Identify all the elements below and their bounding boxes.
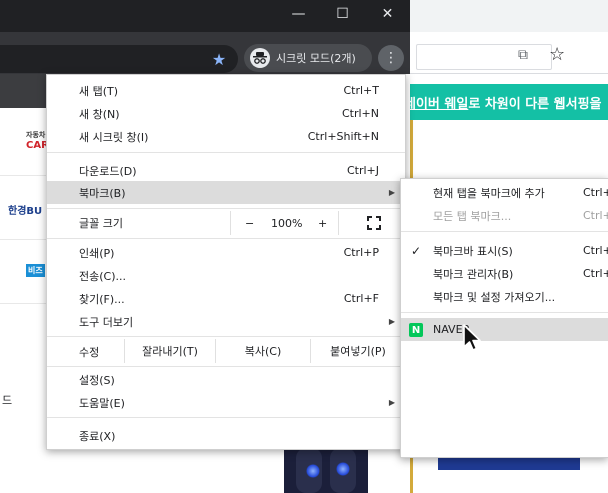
chrome-main-menu: 새 탭(T) Ctrl+T 새 창(N) Ctrl+N 새 시크릿 창(I) Ctrl… bbox=[46, 74, 406, 450]
submenu-arrow-icon: ▶ bbox=[388, 317, 395, 326]
menu-item-shortcut: Ctrl+Shift+N bbox=[307, 130, 379, 143]
minimize-icon: — bbox=[291, 6, 306, 22]
menu-divider bbox=[401, 312, 608, 313]
copy-label: 복사(C) bbox=[244, 345, 282, 358]
submenu-item-bookmark-tab[interactable]: 현재 탭을 북마크에 추가 Ctrl+D bbox=[401, 181, 608, 204]
menu-item-label: 종료(X) bbox=[79, 429, 116, 443]
cut-button[interactable]: 잘라내기(T) bbox=[124, 339, 215, 363]
incognito-icon bbox=[250, 48, 270, 68]
brand-label: 자동차 bbox=[26, 131, 46, 139]
submenu-item-label: 북마크 관리자(B) bbox=[433, 267, 514, 281]
side-text: 드 bbox=[2, 394, 13, 407]
menu-item-help[interactable]: 도움말(E) ▶ bbox=[47, 391, 405, 414]
background-window-titlebar bbox=[410, 0, 608, 32]
zoom-row: 글꼴 크기 − 100% + bbox=[47, 211, 405, 235]
menu-item-print[interactable]: 인쇄(P) Ctrl+P bbox=[47, 241, 405, 264]
zoom-out-button[interactable]: − bbox=[245, 217, 254, 230]
mouse-cursor-icon bbox=[463, 324, 481, 351]
menu-item-new-tab[interactable]: 새 탭(T) Ctrl+T bbox=[47, 79, 405, 102]
menu-divider bbox=[47, 366, 405, 367]
paste-label: 붙여넣기(P) bbox=[330, 345, 386, 358]
edit-label: 수정 bbox=[79, 346, 100, 359]
maximize-icon: ☐ bbox=[336, 6, 349, 22]
submenu-item-shortcut: Ctrl+Shift+B bbox=[583, 244, 608, 257]
menu-item-find[interactable]: 찾기(F)... Ctrl+F bbox=[47, 287, 405, 310]
menu-divider bbox=[47, 238, 405, 239]
close-icon: ✕ bbox=[381, 6, 394, 22]
submenu-arrow-icon: ▶ bbox=[388, 398, 395, 407]
menu-item-new-incognito[interactable]: 새 시크릿 창(I) Ctrl+Shift+N bbox=[47, 125, 405, 148]
zoom-label: 글꼴 크기 bbox=[79, 217, 123, 230]
incognito-profile-chip[interactable]: 시크릿 모드(2개) bbox=[244, 44, 372, 72]
more-menu-button[interactable]: ⋮ bbox=[378, 45, 404, 71]
zoom-in-button[interactable]: + bbox=[318, 217, 327, 230]
menu-item-downloads[interactable]: 다운로드(D) Ctrl+J bbox=[47, 159, 405, 182]
submenu-item-shortcut: Ctrl+Shift+O bbox=[583, 267, 608, 280]
menu-item-cast[interactable]: 전송(C)... bbox=[47, 264, 405, 287]
incognito-titlebar: — ☐ ✕ bbox=[0, 0, 410, 32]
banner-text: 로 차원이 다른 웹서핑을 bbox=[468, 96, 602, 112]
menu-item-label: 북마크(B) bbox=[79, 186, 126, 200]
submenu-item-bookmark-manager[interactable]: 북마크 관리자(B) Ctrl+Shift+O bbox=[401, 262, 608, 285]
edit-row: 수정 잘라내기(T) 복사(C) 붙여넣기(P) bbox=[47, 339, 405, 363]
more-vert-icon: ⋮ bbox=[384, 50, 398, 66]
paste-button[interactable]: 붙여넣기(P) bbox=[310, 339, 405, 363]
banner-link[interactable]: 네이버 웨일 bbox=[404, 93, 468, 112]
menu-item-more-tools[interactable]: 도구 더보기 ▶ bbox=[47, 310, 405, 333]
menu-item-shortcut: Ctrl+P bbox=[343, 246, 379, 259]
submenu-item-label: 북마크바 표시(S) bbox=[433, 244, 513, 258]
list-item[interactable]: 한경BU bbox=[0, 176, 48, 240]
menu-item-bookmarks[interactable]: 북마크(B) ▶ bbox=[47, 181, 405, 204]
submenu-item-bookmark-all[interactable]: 모든 탭 북마크... Ctrl+Shift+D bbox=[401, 204, 608, 227]
submenu-item-show-bookmark-bar[interactable]: ✓ 북마크바 표시(S) Ctrl+Shift+B bbox=[401, 239, 608, 262]
menu-item-exit[interactable]: 종료(X) bbox=[47, 424, 405, 447]
fullscreen-icon[interactable] bbox=[367, 216, 381, 230]
menu-divider bbox=[47, 152, 405, 153]
submenu-item-shortcut: Ctrl+Shift+D bbox=[583, 209, 608, 222]
submenu-item-import[interactable]: 북마크 및 설정 가져오기... bbox=[401, 285, 608, 308]
submenu-item-label: 북마크 및 설정 가져오기... bbox=[433, 290, 556, 304]
brand-label: 한경BU bbox=[8, 206, 43, 217]
menu-item-settings[interactable]: 설정(S) bbox=[47, 368, 405, 391]
tab-search-icon[interactable]: ⧉ bbox=[518, 47, 528, 63]
bookmark-star-icon[interactable]: ☆ bbox=[549, 44, 565, 65]
cut-label: 잘라내기(T) bbox=[142, 345, 198, 358]
menu-item-label: 도움말(E) bbox=[79, 396, 125, 410]
naver-favicon-icon: N bbox=[409, 323, 423, 337]
submenu-item-naver[interactable]: N NAVER bbox=[401, 318, 608, 341]
zoom-controls: − 100% + bbox=[230, 211, 339, 235]
bookmarks-submenu: 현재 탭을 북마크에 추가 Ctrl+D 모든 탭 북마크... Ctrl+Shif… bbox=[400, 178, 608, 458]
brand-label: 비즈 bbox=[26, 264, 45, 277]
menu-item-label: 도구 더보기 bbox=[79, 315, 134, 329]
ad-image[interactable] bbox=[284, 448, 368, 493]
menu-item-shortcut: Ctrl+N bbox=[341, 107, 379, 120]
incognito-label: 시크릿 모드(2개) bbox=[276, 52, 356, 65]
submenu-item-label: 현재 탭을 북마크에 추가 bbox=[433, 186, 545, 200]
menu-divider bbox=[47, 208, 405, 209]
minimize-button[interactable]: — bbox=[276, 0, 321, 28]
menu-divider bbox=[47, 336, 405, 337]
address-bar[interactable] bbox=[0, 45, 238, 73]
menu-item-shortcut: Ctrl+F bbox=[343, 292, 379, 305]
menu-item-label: 설정(S) bbox=[79, 373, 115, 387]
checkmark-icon: ✓ bbox=[411, 243, 422, 258]
maximize-button[interactable]: ☐ bbox=[320, 0, 365, 28]
submenu-item-label: 모든 탭 북마크... bbox=[433, 209, 512, 223]
whale-promo-banner[interactable]: 네이버 웨일 로 차원이 다른 웹서핑을 bbox=[400, 84, 608, 120]
menu-item-label: 전송(C)... bbox=[79, 269, 126, 283]
zoom-level: 100% bbox=[271, 216, 303, 230]
menu-item-shortcut: Ctrl+T bbox=[343, 84, 379, 97]
list-item[interactable]: 비즈 bbox=[0, 240, 48, 304]
background-address-bar[interactable] bbox=[416, 44, 552, 70]
submenu-item-shortcut: Ctrl+D bbox=[583, 186, 608, 199]
menu-item-new-window[interactable]: 새 창(N) Ctrl+N bbox=[47, 102, 405, 125]
close-button[interactable]: ✕ bbox=[365, 0, 410, 28]
submenu-arrow-icon: ▶ bbox=[388, 188, 395, 197]
list-item[interactable]: 자동차 CAR bbox=[0, 108, 49, 176]
copy-button[interactable]: 복사(C) bbox=[215, 339, 310, 363]
menu-divider bbox=[47, 417, 405, 418]
menu-item-shortcut: Ctrl+J bbox=[346, 164, 379, 177]
menu-divider bbox=[401, 231, 608, 232]
bookmark-star-icon[interactable]: ★ bbox=[207, 48, 231, 70]
